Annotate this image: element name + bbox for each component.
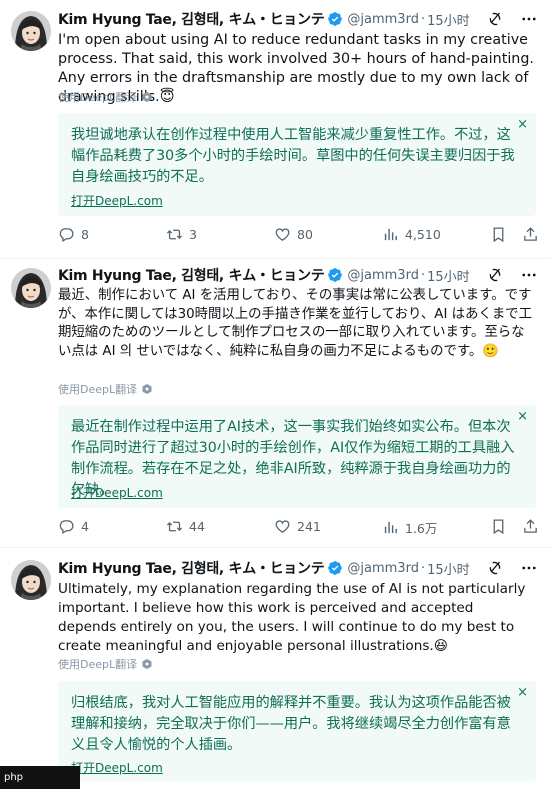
grok-icon[interactable] [486,559,504,577]
verified-badge-icon [327,560,343,576]
deepl-icon [141,383,153,395]
avatar[interactable] [11,268,51,308]
watermark-text: php [4,772,24,783]
like-icon [274,518,291,535]
tweet-actions: 4 44 241 1.6万 [58,518,540,538]
like-button[interactable]: 241 [274,518,321,535]
like-count: 241 [297,519,321,534]
tweet-2[interactable]: Kim Hyung Tae, 김형태, キム・ヒョンテ @jamm3rd · 1… [0,259,550,547]
like-button[interactable]: 80 [274,226,313,243]
tweet-1[interactable]: Kim Hyung Tae, 김형태, キム・ヒョンテ @jamm3rd · 1… [0,0,550,258]
reply-button[interactable]: 8 [58,226,89,243]
bookmark-button[interactable] [490,518,507,535]
bookmark-button[interactable] [490,226,507,243]
tweet-header: Kim Hyung Tae, 김형태, キム・ヒョンテ @jamm3rd · 1… [58,265,470,285]
retweet-count: 44 [189,519,205,534]
bookmark-icon [490,226,507,243]
translation-box: 最近在制作过程中运用了AI技术，这一事实我们始终如实公布。但本次作品同时进行了超… [58,405,536,508]
close-translation-button[interactable]: × [517,117,528,132]
author-name[interactable]: Kim Hyung Tae, 김형태, キム・ヒョンテ [58,558,325,578]
deepl-icon [141,658,153,670]
tweet-header: Kim Hyung Tae, 김형태, キム・ヒョンテ @jamm3rd · 1… [58,9,470,29]
watermark: php [0,766,80,789]
deepl-translate-tag[interactable]: 使用DeepL翻译 [58,89,153,105]
deepl-link[interactable]: 打开DeepL.com [71,484,163,501]
tweet-top-actions [486,266,538,284]
reply-button[interactable]: 4 [58,518,89,535]
views-count: 4,510 [405,227,441,242]
tweet-actions: 8 3 80 4,510 [58,226,540,246]
author-handle[interactable]: @jamm3rd [347,561,419,576]
views-icon [382,226,399,243]
views-count: 1.6万 [405,521,438,536]
deepl-tag-label: 使用DeepL翻译 [58,91,138,104]
grok-icon[interactable] [486,10,504,28]
more-icon[interactable] [520,10,538,28]
translation-box: 我坦诚地承认在创作过程中使用人工智能来减少重复性工作。不过，这幅作品耗费了30多… [58,113,536,216]
share-button[interactable] [522,518,539,535]
tweet-time[interactable]: 15小时 [427,559,470,578]
reply-icon [58,226,75,243]
separator-dot: · [420,267,426,283]
tweet-text: 最近、制作において AI を活用しており、その事実は常に公表しています。ですが、… [58,288,533,359]
reply-count: 8 [81,227,89,242]
verified-badge-icon [327,267,343,283]
retweet-icon [166,518,183,535]
translation-box: 归根结底，我对人工智能应用的解释并不重要。我认为这项作品能否被理解和接纳，完全取… [58,681,536,781]
tweet-top-actions [486,559,538,577]
retweet-count: 3 [189,227,197,242]
reply-icon [58,518,75,535]
verified-badge-icon [327,11,343,27]
tweet-time[interactable]: 15小时 [427,10,470,29]
separator-dot: · [420,560,426,576]
author-name[interactable]: Kim Hyung Tae, 김형태, キム・ヒョンテ [58,9,325,29]
deepl-tag-label: 使用DeepL翻译 [58,658,138,671]
share-icon [522,518,539,535]
author-handle[interactable]: @jamm3rd [347,268,419,283]
translation-text: 我坦诚地承认在创作过程中使用人工智能来减少重复性工作。不过，这幅作品耗费了30多… [71,127,515,185]
like-count: 80 [297,227,313,242]
deepl-link[interactable]: 打开DeepL.com [71,192,163,209]
share-button[interactable] [522,226,539,243]
more-icon[interactable] [520,559,538,577]
retweet-icon [166,226,183,243]
views-button[interactable]: 1.6万 [382,518,437,537]
reply-count: 4 [81,519,89,534]
like-icon [274,226,291,243]
translation-text: 归根结底，我对人工智能应用的解释并不重要。我认为这项作品能否被理解和接纳，完全取… [71,695,511,753]
share-icon [522,226,539,243]
deepl-icon [141,91,153,103]
deepl-translate-tag[interactable]: 使用DeepL翻译 [58,656,153,672]
grok-icon[interactable] [486,266,504,284]
deepl-translate-tag[interactable]: 使用DeepL翻译 [58,381,153,397]
tweet-time[interactable]: 15小时 [427,266,470,285]
close-translation-button[interactable]: × [517,685,528,700]
retweet-button[interactable]: 44 [166,518,205,535]
close-translation-button[interactable]: × [517,409,528,424]
more-icon[interactable] [520,266,538,284]
views-button[interactable]: 4,510 [382,226,441,243]
tweet-top-actions [486,10,538,28]
tweet-3[interactable]: Kim Hyung Tae, 김형태, キム・ヒョンテ @jamm3rd · 1… [0,548,550,789]
retweet-button[interactable]: 3 [166,226,197,243]
separator-dot: · [420,11,426,27]
deepl-tag-label: 使用DeepL翻译 [58,383,138,396]
deepl-link[interactable]: 打开DeepL.com [71,759,163,776]
bookmark-icon [490,518,507,535]
tweet-text: Ultimately, my explanation regarding the… [58,581,526,654]
avatar[interactable] [11,11,51,51]
author-name[interactable]: Kim Hyung Tae, 김형태, キム・ヒョンテ [58,265,325,285]
avatar[interactable] [11,560,51,600]
tweet-header: Kim Hyung Tae, 김형태, キム・ヒョンテ @jamm3rd · 1… [58,558,470,578]
views-icon [382,519,399,536]
author-handle[interactable]: @jamm3rd [347,12,419,27]
